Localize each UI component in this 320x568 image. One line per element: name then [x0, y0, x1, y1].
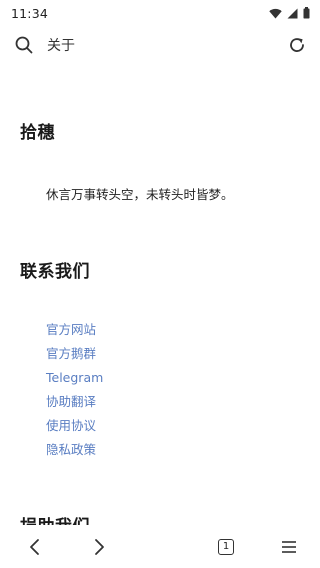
contact-links: 官方网站 官方鹅群 Telegram 协助翻译 使用协议 隐私政策 [46, 320, 103, 464]
link-terms-of-use[interactable]: 使用协议 [46, 416, 103, 440]
quote-text: 休言万事转头空，未转头时皆梦。 [46, 187, 234, 202]
chevron-right-icon[interactable] [87, 535, 111, 559]
section-title-shisui: 拾穗 [20, 123, 55, 143]
link-official-website[interactable]: 官方网站 [46, 320, 103, 344]
battery-icon [303, 4, 310, 23]
top-toolbar: 关于 [0, 26, 320, 64]
bottom-navigation-bar: 1 [0, 525, 320, 568]
signal-icon [287, 4, 298, 23]
section-title-contact: 联系我们 [20, 262, 90, 282]
status-bar: 11:34 [0, 0, 320, 26]
section-title-donate: 捐助我们 [20, 512, 90, 525]
link-official-group[interactable]: 官方鹅群 [46, 344, 103, 368]
tabs-button[interactable]: 1 [214, 535, 238, 559]
search-icon[interactable] [14, 35, 34, 55]
page-title[interactable]: 关于 [47, 35, 286, 55]
link-telegram[interactable]: Telegram [46, 368, 103, 392]
chevron-left-icon[interactable] [23, 535, 47, 559]
page-content: 拾穗 休言万事转头空，未转头时皆梦。 联系我们 官方网站 官方鹅群 Telegr… [0, 64, 320, 525]
status-time: 11:34 [11, 5, 49, 21]
refresh-icon[interactable] [286, 34, 308, 56]
wifi-icon [269, 4, 282, 23]
link-privacy-policy[interactable]: 隐私政策 [46, 440, 103, 464]
link-help-translate[interactable]: 协助翻译 [46, 392, 103, 416]
system-icons [269, 4, 310, 23]
tab-count-badge: 1 [218, 539, 234, 555]
menu-icon[interactable] [277, 535, 301, 559]
